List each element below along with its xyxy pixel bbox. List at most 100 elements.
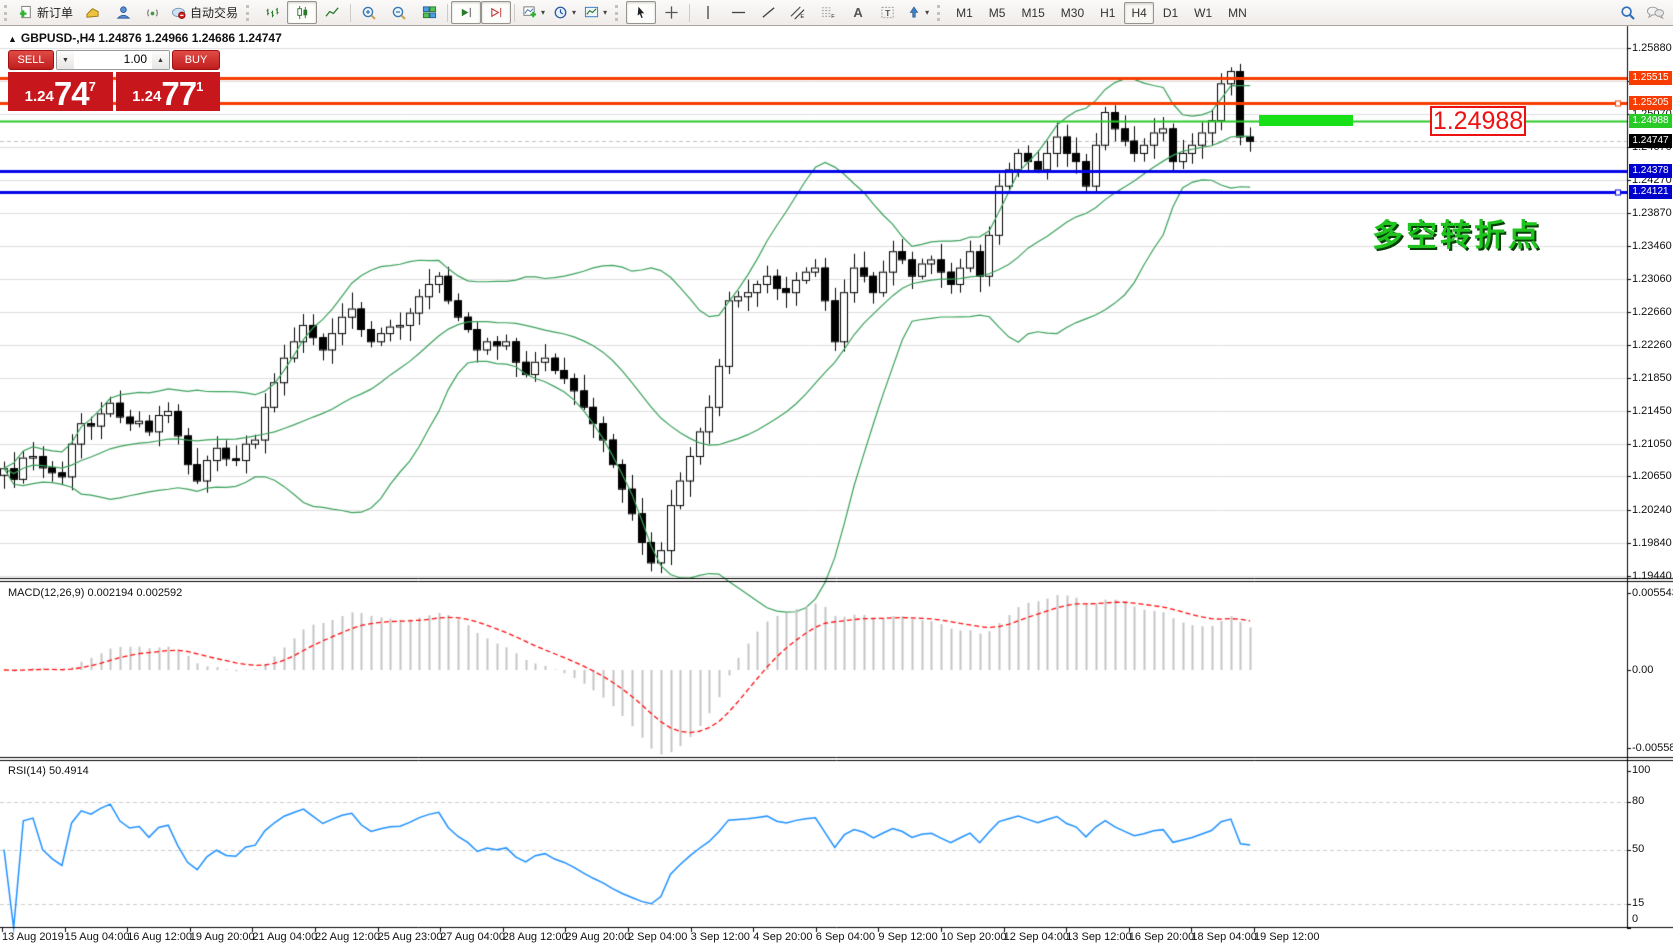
price-level-badge: 1.24747 — [1629, 134, 1672, 148]
fibonacci-icon: F — [820, 5, 836, 20]
price-level-badge: 1.25205 — [1629, 96, 1672, 110]
tab-timeframe-mn[interactable]: MN — [1221, 2, 1254, 24]
toolbar-separator — [689, 4, 690, 22]
crosshair-button[interactable] — [656, 1, 686, 24]
toolbar-separator — [350, 4, 351, 22]
label-button[interactable]: T — [873, 1, 903, 24]
volume-value[interactable]: 1.00 — [74, 51, 152, 69]
search-icon[interactable] — [1620, 5, 1636, 21]
periods-button[interactable]: ▾ — [549, 1, 580, 24]
templates-button[interactable]: ▾ — [580, 1, 611, 24]
market-watch-icon — [85, 5, 100, 20]
price-axis-tick: 1.20240 — [1632, 504, 1672, 516]
auto-scroll-button[interactable] — [451, 1, 481, 24]
toolbar-grip[interactable] — [937, 5, 943, 21]
tile-windows-icon — [422, 5, 437, 20]
volume-increase-button[interactable]: ▲ — [152, 51, 169, 69]
price-level-badge: 1.24378 — [1629, 164, 1672, 178]
time-axis-label: 13 Aug 2019 — [2, 931, 64, 943]
bar-chart-button[interactable] — [257, 1, 287, 24]
tab-timeframe-m30[interactable]: M30 — [1054, 2, 1091, 24]
zoom-out-button[interactable] — [384, 1, 414, 24]
macd-axis-tick: 0.005543 — [1632, 587, 1673, 599]
price-annotation-box[interactable]: 1.24988 — [1430, 106, 1526, 136]
dropdown-caret: ▾ — [541, 8, 545, 17]
zoom-in-button[interactable] — [354, 1, 384, 24]
text-icon: A — [853, 5, 862, 20]
tile-windows-button[interactable] — [414, 1, 444, 24]
time-axis-label: 4 Sep 20:00 — [753, 931, 812, 943]
macd-label: MACD(12,26,9) 0.002194 0.002592 — [8, 587, 182, 599]
horizontal-line-button[interactable] — [723, 1, 753, 24]
chart-shift-icon — [489, 5, 504, 20]
channel-icon: E — [790, 5, 806, 20]
trendline-button[interactable] — [753, 1, 783, 24]
sell-price-quote[interactable]: 1.24 74 7 — [8, 72, 113, 111]
autotrading-button[interactable]: 自动交易 — [167, 1, 242, 24]
auto-scroll-icon — [459, 5, 474, 20]
line-chart-button[interactable] — [317, 1, 347, 24]
svg-text:T: T — [885, 8, 891, 18]
price-axis-tick: 1.21050 — [1632, 438, 1672, 450]
chart-canvas[interactable] — [0, 0, 1673, 949]
volume-decrease-button[interactable]: ▼ — [57, 51, 74, 69]
toolbar-grip[interactable] — [615, 5, 621, 21]
tab-timeframe-w1[interactable]: W1 — [1187, 2, 1219, 24]
toolbar-grip[interactable] — [4, 5, 10, 21]
volume-stepper: ▼ 1.00 ▲ — [56, 50, 170, 70]
rsi-label: RSI(14) 50.4914 — [8, 765, 89, 777]
chat-icon[interactable] — [1646, 5, 1665, 20]
price-axis-tick: 1.22260 — [1632, 339, 1672, 351]
new-order-button[interactable]: 新订单 — [15, 1, 77, 24]
time-axis-label: 21 Aug 04:00 — [252, 931, 317, 943]
rsi-axis-tick: 80 — [1632, 795, 1644, 807]
fibonacci-button[interactable]: F — [813, 1, 843, 24]
toolbar-separator — [514, 4, 515, 22]
rsi-axis-tick: 100 — [1632, 764, 1650, 776]
green-highlight-bar[interactable] — [1259, 115, 1353, 126]
chart-shift-button[interactable] — [481, 1, 511, 24]
tab-timeframe-m15[interactable]: M15 — [1014, 2, 1051, 24]
price-axis-tick: 1.23060 — [1632, 273, 1672, 285]
time-axis-label: 9 Sep 12:00 — [878, 931, 937, 943]
dropdown-caret: ▾ — [925, 8, 929, 17]
candlestick-button[interactable] — [287, 1, 317, 24]
cursor-button[interactable] — [626, 1, 656, 24]
time-axis-label: 22 Aug 12:00 — [315, 931, 380, 943]
time-axis-label: 12 Sep 04:00 — [1004, 931, 1069, 943]
turning-point-annotation[interactable]: 多空转折点 — [1372, 210, 1542, 255]
toolbar-grip[interactable] — [246, 5, 252, 21]
time-axis-label: 3 Sep 12:00 — [691, 931, 750, 943]
buy-price-small: 1.24 — [132, 85, 161, 109]
buy-price-quote[interactable]: 1.24 77 1 — [116, 72, 221, 111]
tab-timeframe-m1[interactable]: M1 — [949, 2, 980, 24]
line-chart-icon — [325, 5, 340, 20]
arrows-button[interactable]: ▾ — [903, 1, 933, 24]
sell-button[interactable]: SELL — [8, 50, 54, 70]
signals-button[interactable] — [137, 1, 167, 24]
signals-icon — [145, 5, 160, 20]
text-button[interactable]: A — [843, 1, 873, 24]
new-order-icon — [19, 5, 34, 20]
indicators-button[interactable]: ▾ — [518, 1, 549, 24]
tab-timeframe-h4[interactable]: H4 — [1124, 2, 1153, 24]
tab-timeframe-h1[interactable]: H1 — [1093, 2, 1122, 24]
time-axis-label: 16 Sep 20:00 — [1129, 931, 1194, 943]
time-axis-label: 19 Sep 12:00 — [1254, 931, 1319, 943]
new-order-label: 新订单 — [37, 4, 73, 21]
collapse-panel-icon[interactable]: ▲ — [8, 34, 17, 44]
buy-price-sup: 1 — [196, 72, 203, 102]
tab-timeframe-m5[interactable]: M5 — [982, 2, 1013, 24]
market-watch-button[interactable] — [77, 1, 107, 24]
vertical-line-icon — [701, 5, 715, 20]
indicators-icon — [522, 5, 537, 20]
price-level-badge: 1.24121 — [1629, 185, 1672, 199]
channel-button[interactable]: E — [783, 1, 813, 24]
community-button[interactable] — [107, 1, 137, 24]
vertical-line-button[interactable] — [693, 1, 723, 24]
tab-timeframe-d1[interactable]: D1 — [1156, 2, 1185, 24]
buy-button[interactable]: BUY — [172, 50, 220, 70]
rsi-axis-tick: 15 — [1632, 897, 1644, 909]
zoom-out-icon — [391, 5, 407, 21]
symbol-ohlc-line: ▲GBPUSD-,H4 1.24876 1.24966 1.24686 1.24… — [8, 31, 282, 45]
